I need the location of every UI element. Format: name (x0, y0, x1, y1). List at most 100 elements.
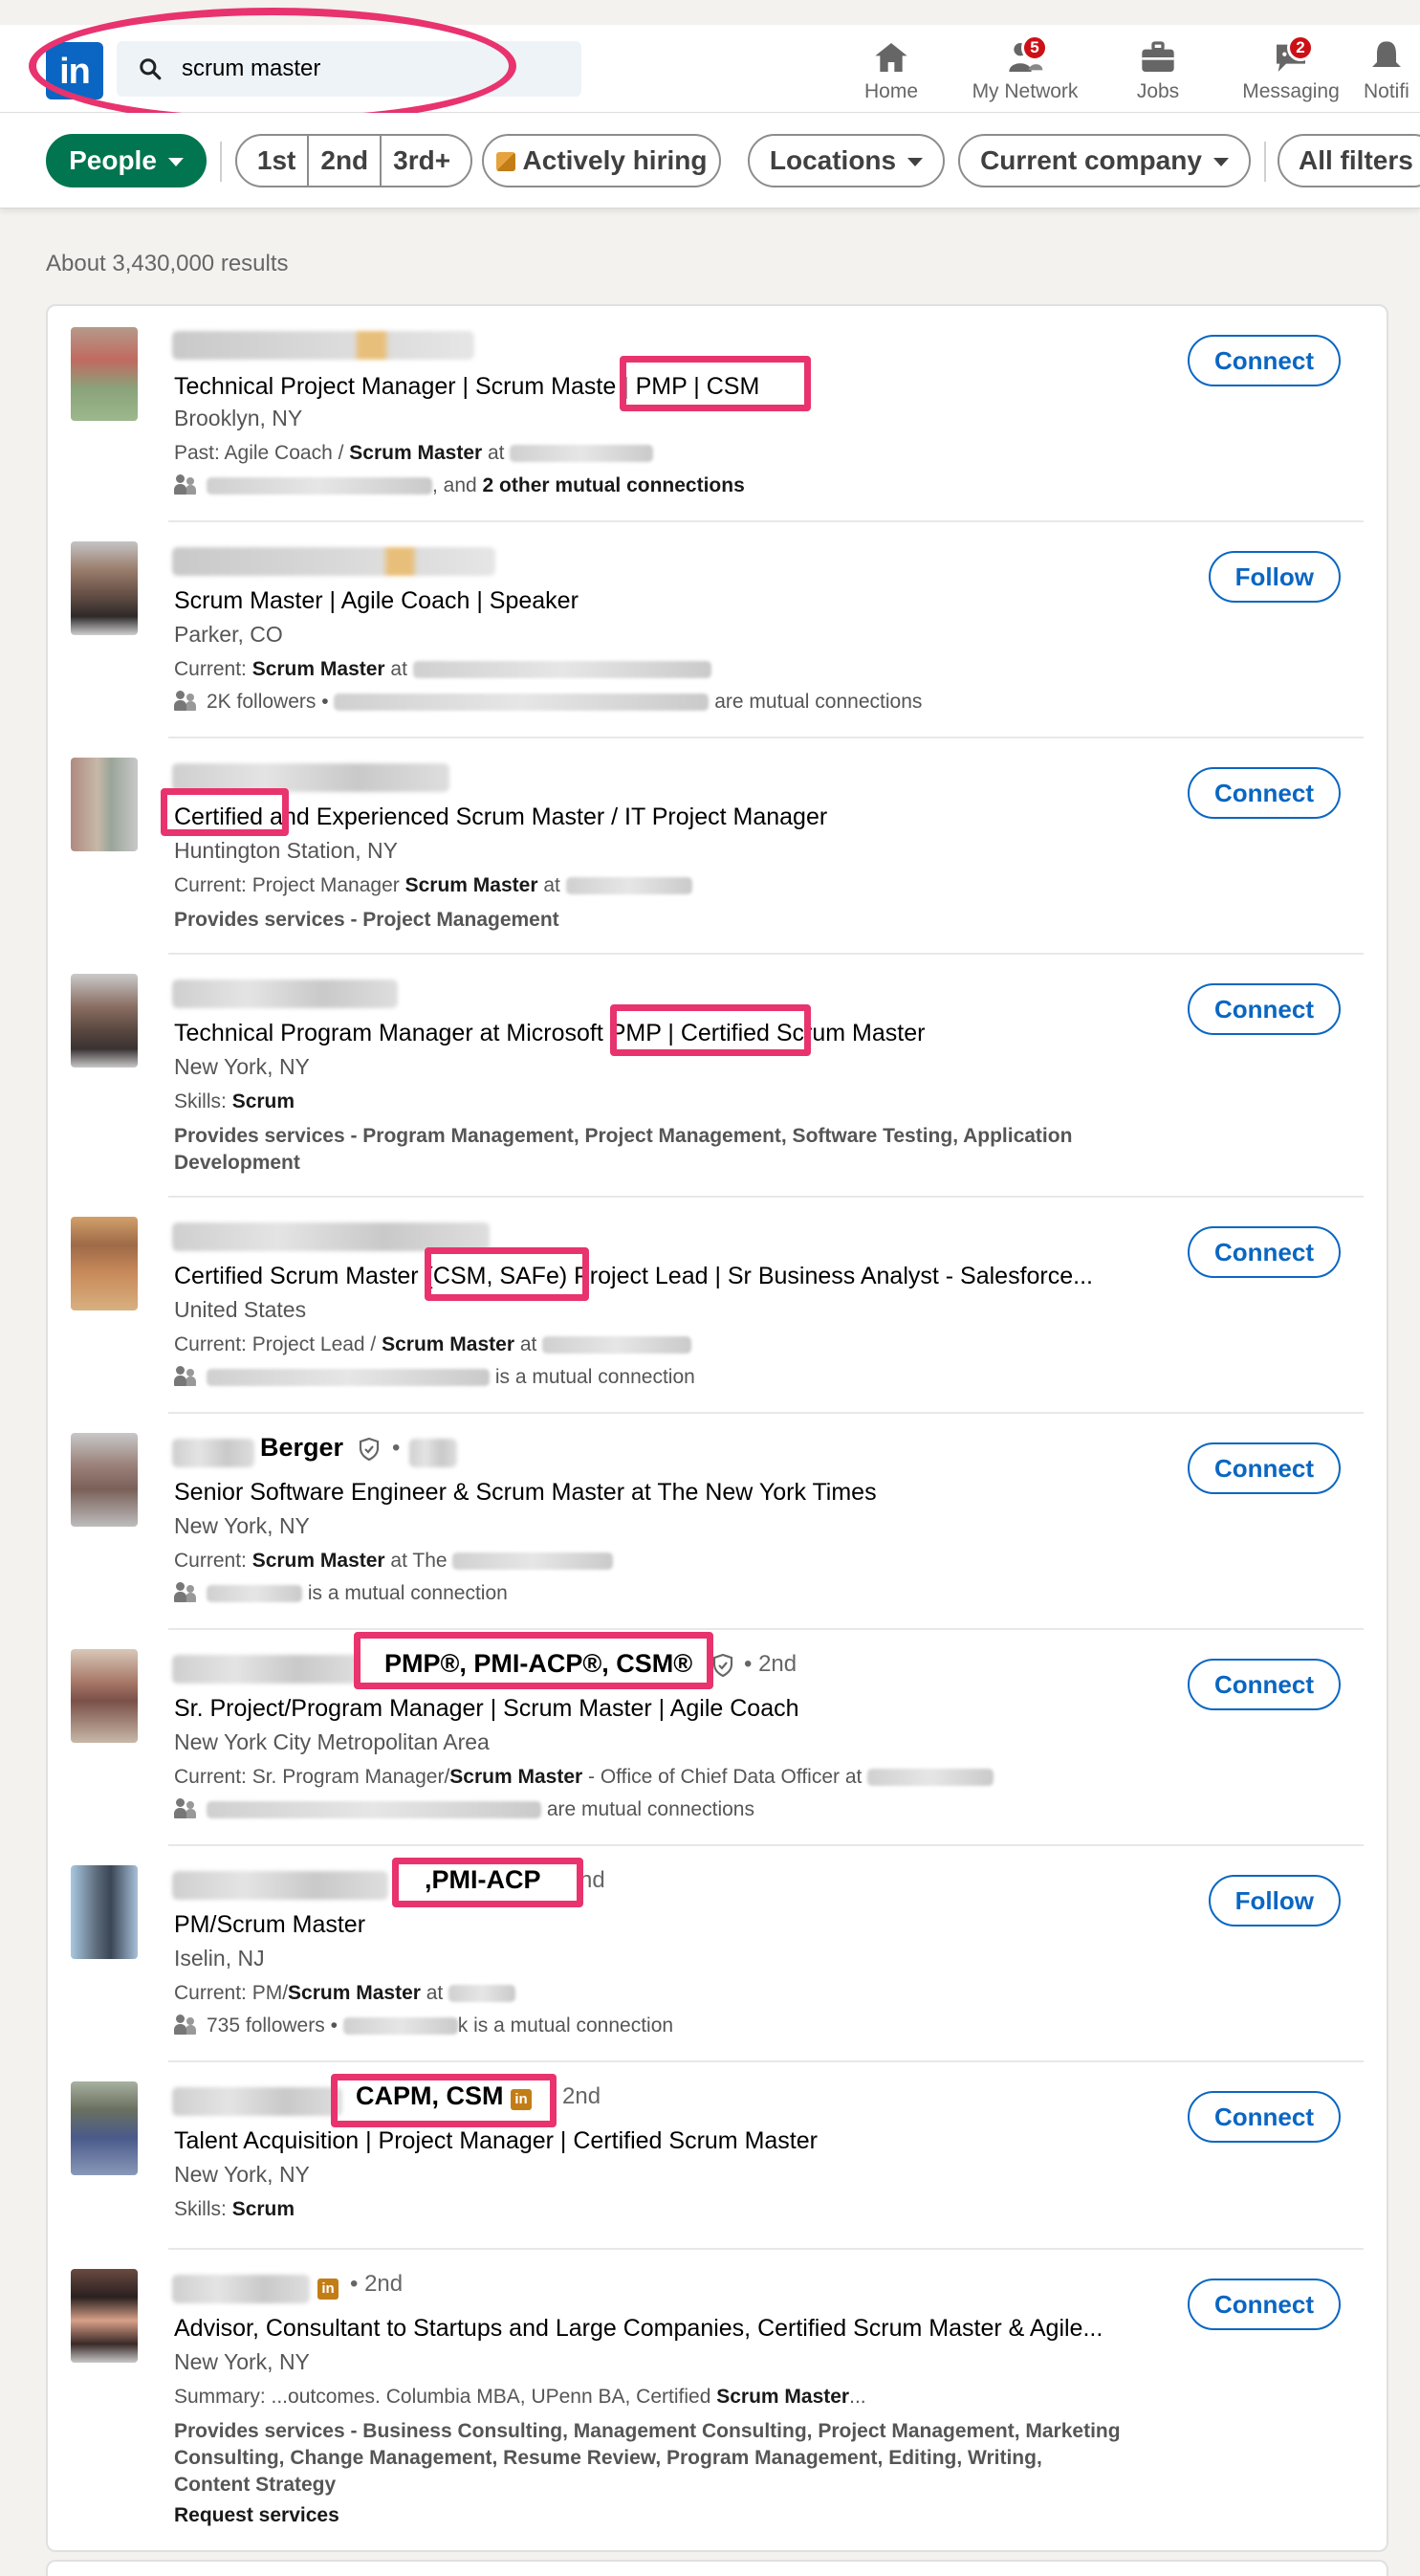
profile-name-blurred[interactable] (172, 331, 474, 360)
profile-name-blurred[interactable] (172, 1439, 254, 1467)
filter-3rd-plus[interactable]: 3rd+ (380, 136, 462, 186)
mutual-connections: , and 2 other mutual connections (174, 474, 745, 497)
profile-current-role: Current: PM/Scrum Master at (174, 1982, 516, 2005)
premium-badge: in (317, 2271, 339, 2301)
search-result-item[interactable]: PMP®, PMI-ACP®, CSM® • 2nd Sr. Project/P… (48, 1630, 1387, 1846)
mutual-connections: 735 followers • k is a mutual connection (174, 2015, 673, 2037)
highlight-box (620, 356, 811, 411)
global-nav: in Home 5 My Network Jobs (0, 25, 1420, 113)
profile-avatar[interactable] (71, 541, 138, 635)
profile-name-blurred[interactable] (172, 1871, 388, 1900)
profile-name[interactable]: Berger (260, 1433, 343, 1463)
nav-my-network[interactable]: 5 My Network (958, 34, 1092, 111)
connect-button[interactable]: Connect (1188, 335, 1341, 386)
mutual-connections: 2K followers • are mutual connections (174, 691, 922, 714)
nav-home[interactable]: Home (824, 38, 958, 111)
profile-location: New York, NY (174, 2162, 310, 2187)
nav-jobs[interactable]: Jobs (1091, 38, 1225, 111)
people-filter-label: People (69, 145, 157, 175)
connection-degree: nd (579, 1867, 605, 1893)
current-company-filter[interactable]: Current company (958, 134, 1251, 187)
chevron-down-icon (167, 158, 184, 167)
nav-label: Messaging (1242, 80, 1340, 102)
nav-messaging[interactable]: 2 Messaging (1224, 34, 1358, 111)
search-result-item[interactable]: Scrum Master | Agile Coach | Speaker Par… (48, 522, 1387, 738)
follow-button[interactable]: Follow (1208, 551, 1341, 603)
mutual-connections: is a mutual connection (174, 1366, 695, 1389)
profile-summary: Summary: ...outcomes. Columbia MBA, UPen… (174, 2386, 866, 2408)
highlight-box (392, 1858, 583, 1907)
linkedin-logo-icon[interactable]: in (46, 42, 103, 99)
profile-name-blurred[interactable] (172, 2275, 310, 2303)
filter-2nd[interactable]: 2nd (307, 136, 380, 186)
profile-current-role: Past: Agile Coach / Scrum Master at (174, 442, 654, 465)
profile-location: Iselin, NJ (174, 1946, 265, 1971)
profile-avatar[interactable] (71, 2269, 138, 2363)
profile-name-blurred[interactable] (172, 1655, 360, 1684)
request-services-link[interactable]: Request services (174, 2504, 339, 2527)
browser-top-strip (0, 0, 1420, 25)
verified-shield-icon (712, 1653, 733, 1678)
connect-button[interactable]: Connect (1188, 1226, 1341, 1278)
nav-notifications[interactable]: Notifi (1354, 38, 1420, 111)
profile-headline: Certified Scrum Master (CSM, SAFe) Proje… (174, 1263, 1093, 1289)
mutual-connections: are mutual connections (174, 1798, 754, 1821)
search-result-item[interactable]: Certified Scrum Master (CSM, SAFe) Proje… (48, 1198, 1387, 1414)
search-icon (140, 58, 162, 80)
locations-filter[interactable]: Locations (748, 134, 945, 187)
profile-avatar[interactable] (71, 1433, 138, 1527)
profile-skills: Skills: Scrum (174, 1090, 295, 1112)
filter-1st[interactable]: 1st (246, 136, 307, 186)
connect-button[interactable]: Connect (1188, 1659, 1341, 1710)
verified-shield-icon (359, 1437, 380, 1462)
profile-avatar[interactable] (71, 1649, 138, 1743)
profile-name-blurred[interactable] (172, 2087, 342, 2116)
connect-button[interactable]: Connect (1188, 767, 1341, 819)
connect-button[interactable]: Connect (1188, 2279, 1341, 2330)
profile-current-role: Current: Sr. Program Manager/Scrum Maste… (174, 1766, 994, 1789)
nav-label: Home (863, 80, 919, 102)
provides-services: Provides services - Business Consulting,… (174, 2420, 1121, 2442)
search-filter-bar: People 1st 2nd 3rd+ Actively hiring Locati… (0, 113, 1420, 209)
connect-button[interactable]: Connect (1188, 1442, 1341, 1494)
follow-button[interactable]: Follow (1208, 1875, 1341, 1926)
connection-degree-filter: 1st 2nd 3rd+ (235, 134, 472, 187)
profile-avatar[interactable] (71, 2081, 138, 2175)
highlight-box (354, 1632, 713, 1689)
provides-services: Provides services - Program Management, … (174, 1125, 1073, 1147)
bullet: • (392, 1435, 401, 1461)
connect-button[interactable]: Connect (1188, 2091, 1341, 2143)
profile-location: New York, NY (174, 1054, 310, 1079)
search-result-item[interactable]: ,PMI-ACP nd PM/Scrum Master Iselin, NJ C… (48, 1846, 1387, 2062)
profile-location: New York, NY (174, 2349, 310, 2374)
profile-name-blurred[interactable] (172, 547, 495, 576)
people-icon (174, 691, 199, 712)
all-filters-label: All filters (1299, 145, 1413, 175)
search-result-item[interactable]: Certified and Experienced Scrum Master /… (48, 738, 1387, 955)
people-icon (174, 2015, 199, 2036)
search-result-item[interactable]: Technical Project Manager | Scrum Maste … (48, 306, 1387, 522)
profile-avatar[interactable] (71, 1217, 138, 1310)
search-bar[interactable] (117, 41, 581, 97)
profile-avatar[interactable] (71, 758, 138, 851)
profile-name-blurred[interactable] (172, 980, 398, 1008)
profile-location: Parker, CO (174, 622, 283, 647)
profile-location: New York City Metropolitan Area (174, 1729, 490, 1754)
briefcase-icon (1142, 41, 1174, 72)
profile-avatar[interactable] (71, 974, 138, 1068)
all-filters-button[interactable]: All filters (1278, 134, 1420, 187)
profile-avatar[interactable] (71, 327, 138, 421)
provides-services-cont: Content Strategy (174, 2474, 337, 2496)
search-result-item[interactable]: CAPM, CSM in 2nd Talent Acquisition | Pr… (48, 2062, 1387, 2250)
people-icon (174, 474, 199, 495)
search-result-item[interactable]: Berger • Senior Software Engineer & Scru… (48, 1414, 1387, 1630)
search-result-item[interactable]: Technical Program Manager at Microsoft P… (48, 955, 1387, 1198)
divider (1264, 142, 1266, 182)
search-result-item[interactable]: in • 2nd Advisor, Consultant to Startups… (48, 2250, 1387, 2554)
profile-avatar[interactable] (71, 1865, 138, 1959)
highlight-box (331, 2074, 557, 2127)
actively-hiring-filter[interactable]: Actively hiring (482, 134, 721, 187)
connect-button[interactable]: Connect (1188, 983, 1341, 1035)
search-input[interactable] (182, 51, 564, 87)
people-filter-button[interactable]: People (46, 134, 207, 187)
